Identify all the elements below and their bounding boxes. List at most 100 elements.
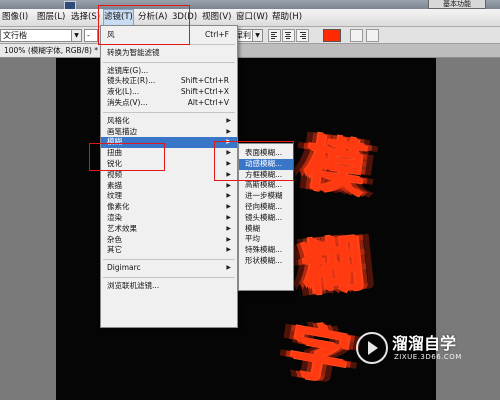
- align-center-icon[interactable]: [282, 29, 295, 42]
- blur_submenu-item-label: 特殊模糊...: [245, 245, 283, 255]
- filter_menu-item[interactable]: Digimarc ▶: [101, 263, 237, 274]
- document-tab[interactable]: 100% (模糊字体, RGB/8) *: [0, 44, 101, 57]
- blur_submenu-item-label: 形状模糊...: [245, 255, 283, 265]
- warp-text-icon[interactable]: [350, 29, 363, 42]
- menu-separator: [103, 61, 235, 63]
- filter_menu-item[interactable]: 杂色 ▶: [101, 235, 237, 246]
- filter_menu-item[interactable]: 转换为智能滤镜: [101, 48, 237, 59]
- blur_submenu-item[interactable]: 进一步模糊: [239, 191, 293, 202]
- menu-view[interactable]: 视图(V): [202, 9, 231, 26]
- filter_menu-item[interactable]: 纹理 ▶: [101, 191, 237, 202]
- menu-shortcut: Alt+Ctrl+V: [187, 97, 229, 107]
- filter_menu-item[interactable]: 液化(L)... Shift+Ctrl+X: [101, 87, 237, 98]
- submenu-arrow-icon: ▶: [226, 138, 231, 146]
- filter_menu-item-label: 镜头校正(R)...: [107, 76, 156, 86]
- filter_menu-item-label: 浏览联机滤镜...: [107, 280, 160, 290]
- filter_menu-item-label: 杂色: [107, 234, 122, 244]
- filter_menu-item[interactable]: 渲染 ▶: [101, 213, 237, 224]
- canvas-char-3: 字: [283, 315, 355, 395]
- filter_menu-item[interactable]: 镜头校正(R)... Shift+Ctrl+R: [101, 76, 237, 87]
- blur_submenu-item[interactable]: 动感模糊...: [239, 158, 293, 170]
- submenu-arrow-icon: ▶: [226, 213, 231, 221]
- menu-filter[interactable]: 滤镜(T): [103, 9, 134, 26]
- align-right-icon[interactable]: [296, 29, 309, 42]
- menu-shortcut: Shift+Ctrl+X: [180, 87, 229, 97]
- blur_submenu-item[interactable]: 形状模糊...: [239, 256, 293, 267]
- filter_menu-item[interactable]: 画笔描边 ▶: [101, 127, 237, 138]
- workspace-switcher-button[interactable]: 基本功能: [428, 0, 486, 9]
- font-family-select[interactable]: 文行楷: [0, 29, 72, 42]
- menu-window[interactable]: 窗口(W): [236, 9, 268, 26]
- submenu-arrow-icon: ▶: [226, 235, 231, 243]
- filter_menu-item-label: Digimarc: [107, 263, 141, 273]
- menu-layer[interactable]: 图层(L): [37, 9, 65, 26]
- submenu-arrow-icon: ▶: [226, 181, 231, 189]
- submenu-arrow-icon: ▶: [226, 192, 231, 200]
- blur_submenu-item[interactable]: 平均: [239, 234, 293, 245]
- submenu-arrow-icon: ▶: [226, 170, 231, 178]
- menu-select[interactable]: 选择(S): [71, 9, 100, 26]
- menu-shortcut: Shift+Ctrl+R: [180, 76, 229, 86]
- filter_menu-item-label: 画笔描边: [107, 126, 137, 136]
- filter_menu-item-label: 风格化: [107, 115, 130, 125]
- menu-separator: [103, 111, 235, 113]
- antialias-dropdown-icon[interactable]: ▼: [252, 29, 263, 42]
- filter_menu-item[interactable]: 消失点(V)... Alt+Ctrl+V: [101, 98, 237, 109]
- filter_menu-item-label: 扭曲: [107, 148, 122, 158]
- submenu-arrow-icon: ▶: [226, 246, 231, 254]
- filter_menu-item[interactable]: 模糊 ▶: [101, 137, 237, 149]
- blur_submenu-item-label: 模糊: [245, 223, 260, 233]
- filter_menu-item[interactable]: 视频 ▶: [101, 170, 237, 181]
- filter_menu-item[interactable]: 素描 ▶: [101, 181, 237, 192]
- filter_menu-item[interactable]: 浏览联机滤镜...: [101, 281, 237, 292]
- menu-help[interactable]: 帮助(H): [272, 9, 302, 26]
- filter_menu-item[interactable]: 艺术效果 ▶: [101, 224, 237, 235]
- blur_submenu-item[interactable]: 方框模糊...: [239, 170, 293, 181]
- submenu-arrow-icon: ▶: [226, 149, 231, 157]
- menu-separator: [103, 43, 235, 45]
- filter_menu-item[interactable]: 锐化 ▶: [101, 159, 237, 170]
- blur_submenu-item-label: 表面模糊...: [245, 148, 283, 157]
- menu-3d[interactable]: 3D(D): [172, 9, 197, 26]
- menu-image[interactable]: 图像(I): [2, 9, 28, 26]
- blur_submenu-item[interactable]: 高斯模糊...: [239, 180, 293, 191]
- blur_submenu-item[interactable]: 表面模糊...: [239, 148, 293, 159]
- blur_submenu-item[interactable]: 模糊: [239, 224, 293, 235]
- filter_menu-item-label: 渲染: [107, 212, 122, 222]
- blur_submenu-item-label: 径向模糊...: [245, 201, 283, 211]
- menu-analysis[interactable]: 分析(A): [138, 9, 167, 26]
- character-panel-icon[interactable]: [366, 29, 379, 42]
- blur_submenu-item-label: 高斯模糊...: [245, 180, 283, 190]
- filter_menu-item[interactable]: 风 Ctrl+F: [101, 30, 237, 41]
- blur_submenu-item-label: 动感模糊...: [245, 158, 283, 168]
- filter_menu-item[interactable]: 滤镜库(G)...: [101, 66, 237, 77]
- submenu-arrow-icon: ▶: [226, 203, 231, 211]
- watermark-url: ZIXUE.3D66.COM: [394, 353, 462, 361]
- filter_menu-item[interactable]: 像素化 ▶: [101, 202, 237, 213]
- blur_submenu-item[interactable]: 径向模糊...: [239, 202, 293, 213]
- play-icon: [356, 332, 388, 364]
- filter_menu-item[interactable]: 风格化 ▶: [101, 116, 237, 127]
- menu-separator: [103, 259, 235, 261]
- filter_menu-item-label: 素描: [107, 180, 122, 190]
- document-tab-bar: 100% (模糊字体, RGB/8) *: [0, 44, 500, 58]
- blur_submenu-item-label: 进一步模糊: [245, 191, 283, 201]
- blur_submenu-item[interactable]: 镜头模糊...: [239, 213, 293, 224]
- filter_menu-item-label: 消失点(V)...: [107, 97, 148, 107]
- blur_submenu-item[interactable]: 特殊模糊...: [239, 245, 293, 256]
- font-style-select[interactable]: -: [84, 29, 98, 42]
- submenu-arrow-icon: ▶: [226, 224, 231, 232]
- font-family-dropdown-icon[interactable]: ▼: [71, 29, 82, 42]
- align-left-icon[interactable]: [268, 29, 281, 42]
- blur-submenu: 表面模糊... 动感模糊... 方框模糊... 高斯模糊... 进一步模糊 径向模糊...…: [238, 143, 294, 291]
- filter_menu-item-label: 视频: [107, 169, 122, 179]
- filter_menu-item[interactable]: 扭曲 ▶: [101, 148, 237, 159]
- submenu-arrow-icon: ▶: [226, 264, 231, 272]
- filter_menu-item-label: 艺术效果: [107, 223, 137, 233]
- filter_menu-item-label: 风: [107, 30, 115, 39]
- canvas-char-1: 模: [300, 128, 370, 206]
- text-color-swatch[interactable]: [323, 29, 341, 42]
- canvas-char-2: 糊: [299, 229, 367, 305]
- filter_menu-item[interactable]: 其它 ▶: [101, 245, 237, 256]
- filter_menu-item-label: 模糊: [107, 137, 122, 147]
